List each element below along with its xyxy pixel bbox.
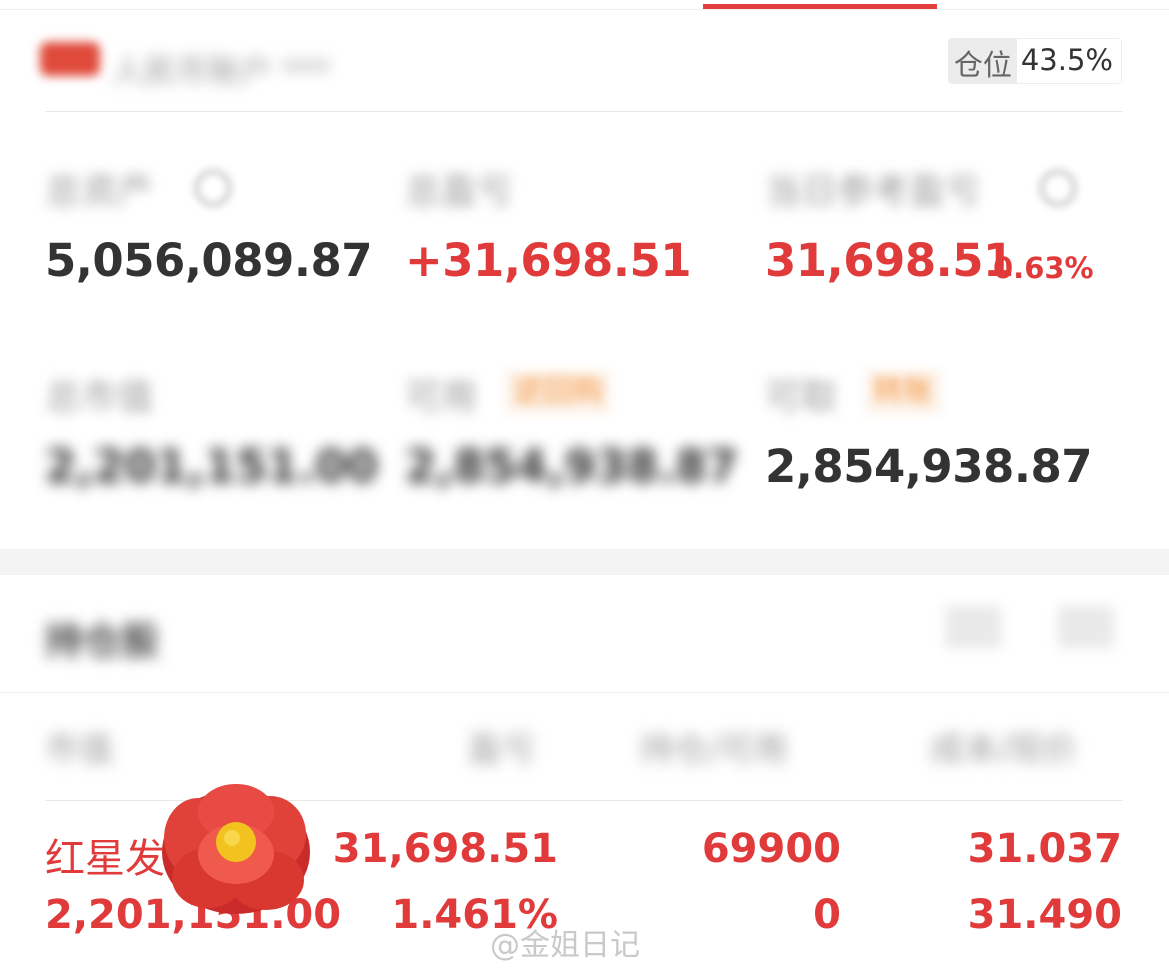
watermark: @金姐日记: [490, 928, 640, 963]
filter-button[interactable]: [945, 606, 1001, 648]
account-header[interactable]: 人民币账户 *** 仓位 43.5%: [40, 30, 1130, 92]
today-pnl-value: 31,698.51: [765, 234, 1014, 287]
holding-pnl: 31,698.51: [332, 826, 558, 872]
top-border: [0, 9, 1169, 10]
account-name: 人民币账户 ***: [112, 52, 331, 90]
reverse-repo-tag[interactable]: 逆回购: [505, 370, 611, 414]
divider: [0, 692, 1169, 693]
holding-cost: 31.037: [967, 826, 1122, 872]
column-header-position[interactable]: 持仓/可用: [640, 722, 787, 771]
total-assets-label: 总资产: [45, 171, 154, 212]
holding-available: 0: [813, 892, 841, 938]
holdings-title: 持仓股: [45, 619, 160, 663]
withdrawable-value: 2,854,938.87: [765, 440, 1093, 493]
total-pnl-label: 总盈亏: [405, 171, 514, 212]
column-header-market-value[interactable]: 市值: [45, 722, 113, 771]
info-icon[interactable]: [195, 170, 231, 206]
market-value-label: 总市值: [45, 377, 154, 418]
position-label: 仓位: [947, 38, 1016, 84]
available-value: 2,854,938.87: [405, 440, 739, 493]
section-separator: [0, 549, 1169, 575]
available-label: 可用: [405, 377, 478, 418]
flower-sticker-icon: [162, 784, 310, 914]
column-header-pnl[interactable]: 盈亏: [468, 722, 536, 771]
position-ratio-badge: 仓位 43.5%: [947, 38, 1122, 84]
holding-position: 69900: [701, 826, 841, 872]
total-assets-value: 5,056,089.87: [45, 234, 373, 287]
column-header-cost-price[interactable]: 成本/现价: [930, 722, 1077, 771]
transfer-tag[interactable]: 转账: [865, 370, 941, 414]
broker-logo-icon: [40, 42, 100, 76]
more-button[interactable]: [1058, 606, 1114, 648]
market-value: 2,201,151.00: [45, 440, 379, 493]
stock-name: 红星发: [45, 836, 165, 882]
holding-price: 31.490: [967, 892, 1122, 938]
divider: [45, 111, 1123, 112]
withdrawable-label: 可取: [765, 377, 838, 418]
today-pnl-percent: 0.63%: [993, 251, 1094, 285]
total-pnl-value: +31,698.51: [405, 234, 692, 287]
today-pnl-label: 当日参考盈亏: [765, 171, 982, 212]
info-icon[interactable]: [1040, 170, 1076, 206]
position-value: 43.5%: [1015, 38, 1122, 84]
